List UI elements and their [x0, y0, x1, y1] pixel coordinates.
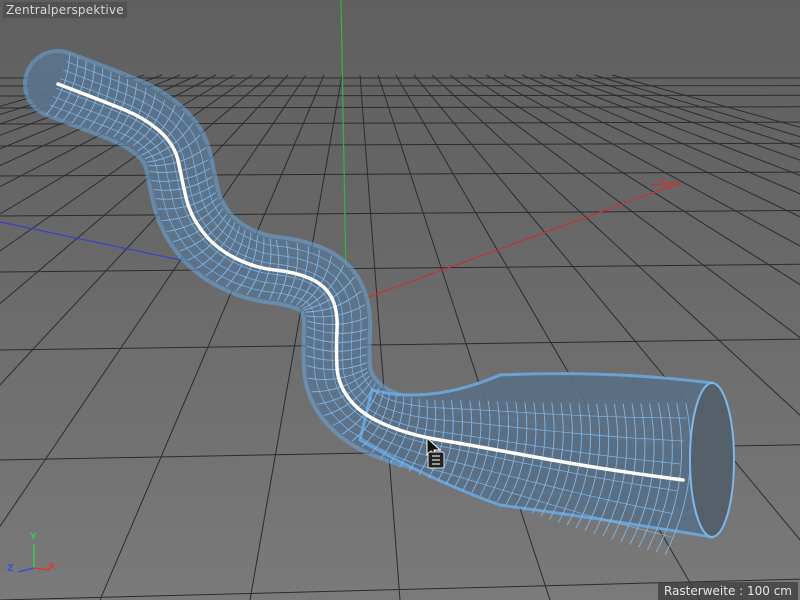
scene-canvas[interactable] — [0, 0, 800, 600]
gizmo-y-label: Y — [30, 532, 37, 542]
grid-line — [0, 74, 109, 107]
world-x-axis — [346, 182, 681, 306]
tube-flared-end — [358, 372, 714, 539]
grid-line — [0, 209, 800, 217]
grid-spacing-readout: Rasterweite : 100 cm — [658, 582, 798, 600]
grid-line — [0, 263, 800, 273]
gizmo-z-label: Z — [7, 564, 14, 574]
gizmo-z-axis — [17, 567, 35, 573]
axis-gizmo: Y X Z — [4, 532, 56, 576]
grid-line — [0, 171, 800, 177]
grid-line — [0, 338, 800, 351]
gizmo-x-label: X — [48, 562, 55, 572]
tube-object[interactable] — [23, 49, 735, 556]
view-title[interactable]: Zentralperspektive — [3, 2, 127, 18]
grid-line — [377, 74, 551, 600]
viewport-3d[interactable]: Zentralperspektive Y X Z Rasterweite : 1… — [0, 0, 800, 600]
grid-line — [0, 74, 145, 125]
viewport-header: Zentralperspektive — [0, 0, 800, 22]
tube-end-cap — [689, 382, 735, 538]
